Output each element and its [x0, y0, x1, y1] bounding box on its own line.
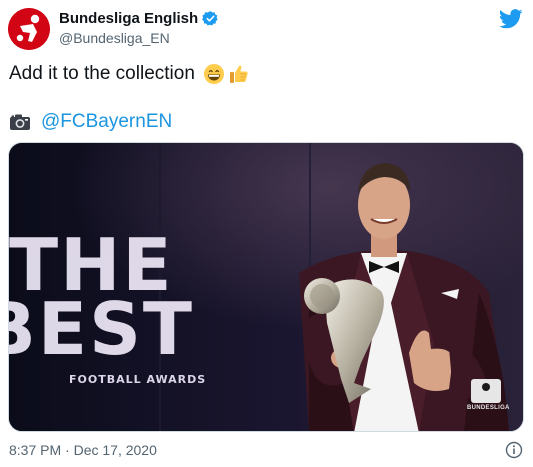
bundesliga-watermark-icon	[471, 379, 501, 403]
backdrop-title: THE BEST	[9, 229, 195, 371]
author-display-name[interactable]: Bundesliga English	[59, 9, 198, 28]
avatar[interactable]	[8, 8, 50, 50]
tweet-timestamp[interactable]: 8:37 PM · Dec 17, 2020	[9, 441, 157, 460]
twitter-bird-icon[interactable]	[499, 9, 523, 29]
author-handle[interactable]: @Bundesliga_EN	[59, 29, 219, 48]
backdrop-subtitle: FOOTBALL AWARDS	[69, 373, 207, 386]
photo-credit: @FCBayernEN	[9, 110, 172, 134]
tweet-text: Add it to the collection	[9, 62, 250, 86]
bundesliga-watermark-label: BUNDESLIGA	[467, 405, 510, 411]
author-block: Bundesliga English @Bundesliga_EN	[59, 9, 219, 48]
info-icon[interactable]	[505, 441, 523, 459]
bundesliga-logo-icon	[8, 8, 50, 50]
author-name-row: Bundesliga English	[59, 9, 219, 28]
tweet-text-body: Add it to the collection	[9, 63, 195, 84]
camera-icon	[10, 114, 30, 130]
bundesliga-watermark: BUNDESLIGA	[467, 379, 510, 411]
tweet-media-image[interactable]: THE BEST FOOTBALL AWARDS BUNDESLIGA	[8, 142, 524, 432]
credit-mention-link[interactable]: @FCBayernEN	[41, 110, 172, 134]
thumbs-up-icon	[229, 65, 248, 83]
grinning-face-icon	[203, 64, 224, 84]
verified-badge-icon	[202, 11, 218, 26]
backdrop-title-line2: BEST	[9, 287, 195, 371]
